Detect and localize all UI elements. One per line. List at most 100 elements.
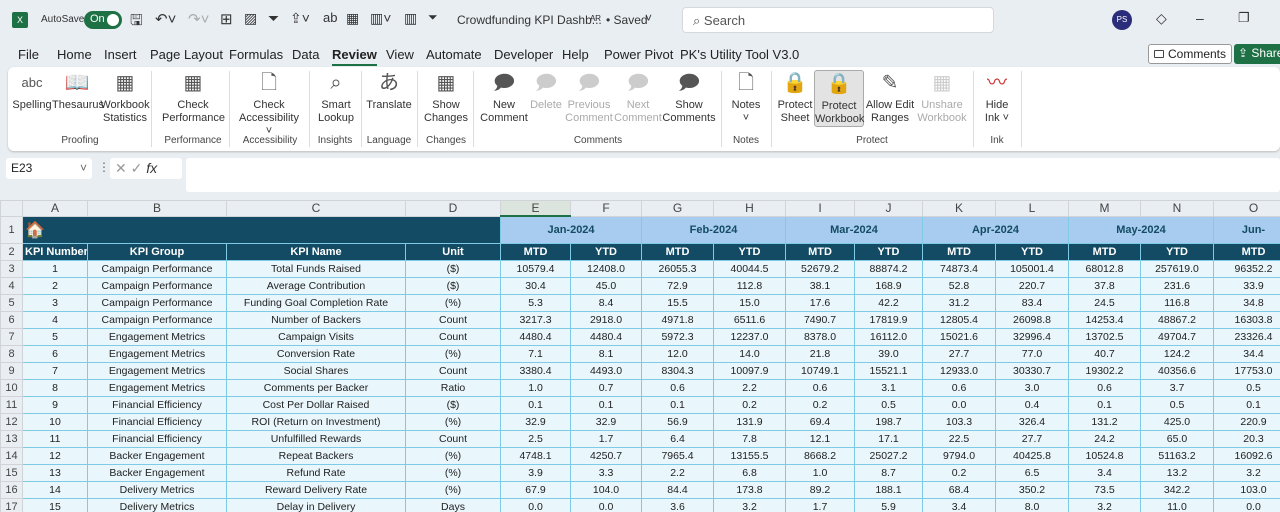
menu-tab-data[interactable]: Data [292, 47, 319, 62]
new-comment-button[interactable]: 🗩 New Comment [480, 70, 528, 125]
cell-value[interactable]: 9794.0 [922, 446, 996, 465]
cell-group[interactable]: Financial Efficiency [87, 429, 227, 448]
cell-value[interactable]: 5972.3 [641, 327, 714, 346]
more-icon[interactable]: ⋮ [98, 160, 110, 174]
column-header-n[interactable]: N [1140, 200, 1214, 217]
cell-value[interactable]: 6.4 [641, 429, 714, 448]
cell-value[interactable]: 96352.2 [1213, 259, 1280, 278]
row-header[interactable]: 14 [0, 446, 23, 465]
row-header[interactable]: 9 [0, 361, 23, 380]
cell-value[interactable]: 350.2 [995, 480, 1069, 499]
cell-value[interactable]: 40044.5 [713, 259, 786, 278]
cell-value[interactable]: 26055.3 [641, 259, 714, 278]
cell-n[interactable]: 15 [22, 497, 88, 512]
cell-value[interactable]: 103.3 [922, 412, 996, 431]
cell-value[interactable]: 6511.6 [713, 310, 786, 329]
cell-value[interactable]: 8.0 [995, 497, 1069, 512]
cell-n[interactable]: 11 [22, 429, 88, 448]
calculator2-icon[interactable]: ▥ [404, 10, 417, 27]
menu-tab-help[interactable]: Help [562, 47, 589, 62]
row-header[interactable]: 13 [0, 429, 23, 448]
form-icon[interactable]: ▦ [346, 10, 359, 27]
cell-value[interactable]: 231.6 [1140, 276, 1214, 295]
cell-value[interactable]: 13.2 [1140, 463, 1214, 482]
hide-ink-button[interactable]: 〰 Hide Ink ˅ [980, 70, 1014, 125]
cell-value[interactable]: 104.0 [570, 480, 642, 499]
check-accessibility-button[interactable]: 🗋 Check Accessibility ˅ [236, 70, 302, 138]
cell-value[interactable]: 0.1 [1213, 395, 1280, 414]
column-header-m[interactable]: M [1068, 200, 1141, 217]
cell-value[interactable]: 38.1 [785, 276, 855, 295]
customize-qat-icon[interactable]: ⏷ [428, 10, 438, 25]
cell-value[interactable]: 0.0 [570, 497, 642, 512]
column-header-c[interactable]: C [226, 200, 406, 217]
cell-value[interactable]: 16303.8 [1213, 310, 1280, 329]
cell-value[interactable]: 31.2 [922, 293, 996, 312]
cell-value[interactable]: 3.2 [1068, 497, 1141, 512]
cell-n[interactable]: 2 [22, 276, 88, 295]
name-box[interactable]: E23 ˅ [6, 158, 92, 179]
cell-value[interactable]: 15.0 [713, 293, 786, 312]
cell-value[interactable]: 4493.0 [570, 361, 642, 380]
cell-value[interactable]: 16092.6 [1213, 446, 1280, 465]
cell-group[interactable]: Backer Engagement [87, 446, 227, 465]
cell-value[interactable]: 7490.7 [785, 310, 855, 329]
cell-value[interactable]: 32.9 [500, 412, 571, 431]
cell-value[interactable]: 0.0 [500, 497, 571, 512]
cell-value[interactable]: 37.8 [1068, 276, 1141, 295]
cell-value[interactable]: 3.4 [1068, 463, 1141, 482]
cell-unit[interactable]: Count [405, 327, 501, 346]
cell-value[interactable]: 49704.7 [1140, 327, 1214, 346]
borders-icon[interactable]: ⊞ [220, 10, 233, 28]
cell-value[interactable]: 15521.1 [854, 361, 923, 380]
cancel-icon[interactable]: ✕ [115, 160, 127, 176]
cell-name[interactable]: Unfulfilled Rewards [226, 429, 406, 448]
cell-value[interactable]: 4480.4 [500, 327, 571, 346]
cell-group[interactable]: Delivery Metrics [87, 497, 227, 512]
cell-value[interactable]: 12237.0 [713, 327, 786, 346]
cell-value[interactable]: 30.4 [500, 276, 571, 295]
cell-group[interactable]: Campaign Performance [87, 259, 227, 278]
cell-value[interactable]: 73.5 [1068, 480, 1141, 499]
cell-value[interactable]: 69.4 [785, 412, 855, 431]
enter-icon[interactable]: ✓ [131, 160, 143, 176]
replace-icon[interactable]: ab [323, 10, 337, 25]
cell-value[interactable]: 220.9 [1213, 412, 1280, 431]
cell-value[interactable]: 0.1 [1068, 395, 1141, 414]
column-header-i[interactable]: I [785, 200, 855, 217]
cell-value[interactable]: 15021.6 [922, 327, 996, 346]
cell-value[interactable]: 6.8 [713, 463, 786, 482]
cell-value[interactable]: 8378.0 [785, 327, 855, 346]
cell-value[interactable]: 34.8 [1213, 293, 1280, 312]
cell-value[interactable]: 7.8 [713, 429, 786, 448]
cell-value[interactable]: 0.6 [641, 378, 714, 397]
cell-value[interactable]: 11.0 [1140, 497, 1214, 512]
cell-value[interactable]: 0.0 [1213, 497, 1280, 512]
row-header[interactable]: 5 [0, 293, 23, 312]
cell-value[interactable]: 25027.2 [854, 446, 923, 465]
cell-name[interactable]: ROI (Return on Investment) [226, 412, 406, 431]
cell-group[interactable]: Delivery Metrics [87, 480, 227, 499]
cell-value[interactable]: 0.6 [785, 378, 855, 397]
row-header[interactable]: 6 [0, 310, 23, 329]
cell-value[interactable]: 0.5 [1140, 395, 1214, 414]
cell-value[interactable]: 5.3 [500, 293, 571, 312]
cell-unit[interactable]: (%) [405, 480, 501, 499]
cell-n[interactable]: 1 [22, 259, 88, 278]
cell-value[interactable]: 131.2 [1068, 412, 1141, 431]
column-header-j[interactable]: J [854, 200, 923, 217]
cell-value[interactable]: 4971.8 [641, 310, 714, 329]
cell-name[interactable]: Comments per Backer [226, 378, 406, 397]
cell-value[interactable]: 14.0 [713, 344, 786, 363]
cell-value[interactable]: 10749.1 [785, 361, 855, 380]
spelling-button[interactable]: abc Spelling [10, 70, 54, 112]
cell-value[interactable]: 4250.7 [570, 446, 642, 465]
cell-value[interactable]: 12.1 [785, 429, 855, 448]
row-header[interactable]: 11 [0, 395, 23, 414]
cell-value[interactable]: 173.8 [713, 480, 786, 499]
cell-name[interactable]: Total Funds Raised [226, 259, 406, 278]
cell-value[interactable]: 32996.4 [995, 327, 1069, 346]
cell-value[interactable]: 3.2 [1213, 463, 1280, 482]
restore-icon[interactable]: ❐ [1238, 10, 1250, 26]
cell-n[interactable]: 10 [22, 412, 88, 431]
